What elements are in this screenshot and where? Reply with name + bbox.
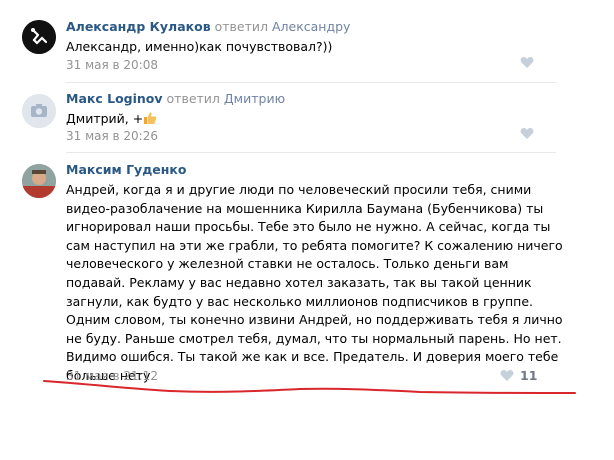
red-underline-annotation xyxy=(43,380,576,394)
